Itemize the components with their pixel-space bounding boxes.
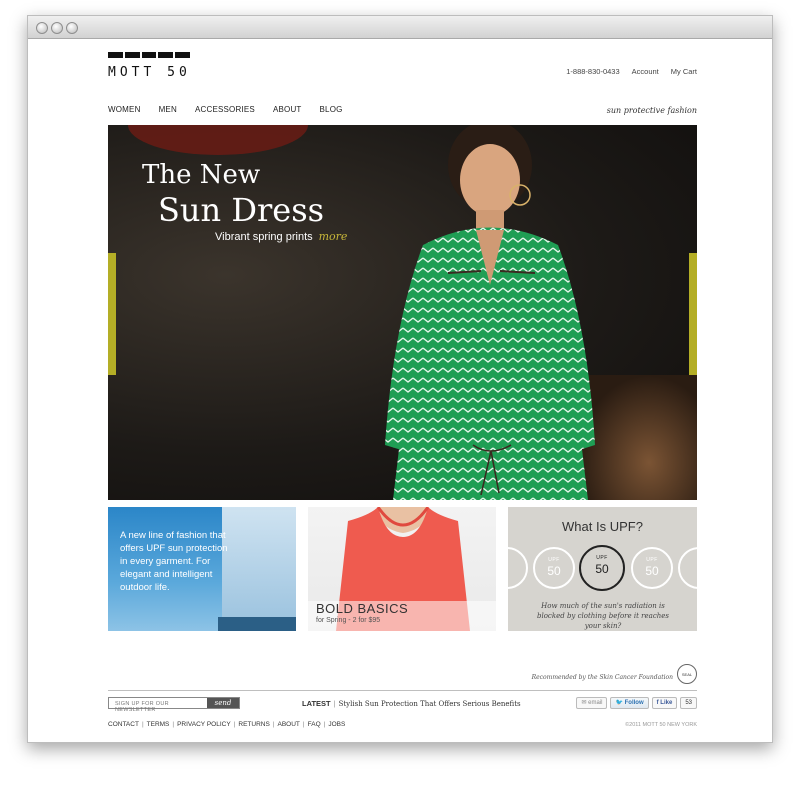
bold-basics-panel[interactable]: BOLD BASICS for Spring - 2 for $95 <box>308 507 496 631</box>
hero-more-link[interactable]: more <box>319 230 348 243</box>
sea-photo <box>218 617 296 631</box>
newsletter-send-button[interactable]: send <box>207 698 239 708</box>
minimize-window-button[interactable] <box>51 22 63 34</box>
upf-badge-selected-icon: UPF 50 <box>579 545 625 591</box>
main-nav: WOMEN MEN ACCESSORIES ABOUT BLOG <box>108 105 343 114</box>
utility-links: 1-888-830-0433 Account My Cart <box>566 67 697 76</box>
upf-badge-label: UPF <box>596 555 608 561</box>
upf-badge-icon: UPF 50 <box>533 547 575 589</box>
sky-photo <box>222 507 296 617</box>
upf-badge-label: UPF <box>646 557 658 563</box>
footer-separator: | <box>272 721 275 728</box>
upf-badge-partial-icon <box>678 547 697 589</box>
nav-item-blog[interactable]: BLOG <box>320 105 343 114</box>
nav-item-accessories[interactable]: ACCESSORIES <box>195 105 255 114</box>
zoom-window-button[interactable] <box>66 22 78 34</box>
email-share-label: email <box>588 700 603 706</box>
footer-link-terms[interactable]: TERMS <box>147 721 170 728</box>
footer-separator: | <box>323 721 326 728</box>
footer-link-about[interactable]: ABOUT <box>278 721 300 728</box>
nav-item-men[interactable]: MEN <box>159 105 177 114</box>
hero-subtitle: Vibrant spring prints more <box>215 230 347 243</box>
footer-link-contact[interactable]: CONTACT <box>108 721 139 728</box>
twitter-follow-label: Follow <box>624 700 644 706</box>
social-buttons: ✉ email 🐦 Follow f Like 53 <box>576 697 697 709</box>
tagline: sun protective fashion <box>606 106 697 115</box>
recommendation-text: Recommended by the Skin Cancer Foundatio… <box>531 674 673 681</box>
latest-separator: | <box>333 699 336 708</box>
browser-window: MOTT 50 1-888-830-0433 Account My Cart W… <box>27 15 773 743</box>
footer-link-faq[interactable]: FAQ <box>308 721 321 728</box>
skin-cancer-foundation-seal-icon: SEAL <box>677 664 697 684</box>
footer-separator: | <box>172 721 175 728</box>
footer-divider <box>108 690 697 691</box>
nav-item-about[interactable]: ABOUT <box>273 105 302 114</box>
close-window-button[interactable] <box>36 22 48 34</box>
latest-news: LATEST | Stylish Sun Protection That Offer… <box>302 699 521 708</box>
footer-separator: | <box>302 721 305 728</box>
upf-badge-label: UPF <box>548 557 560 563</box>
upf-intro-text: A new line of fashion that offers UPF su… <box>120 530 228 593</box>
latest-story-link[interactable]: Stylish Sun Protection That Offers Serio… <box>339 700 521 708</box>
footer-link-jobs[interactable]: JOBS <box>328 721 345 728</box>
what-is-upf-title: What Is UPF? <box>562 519 643 534</box>
account-link[interactable]: Account <box>632 67 659 76</box>
background-umbrella <box>128 125 308 155</box>
upf-badge-partial-icon <box>508 547 528 589</box>
footer-separator: | <box>233 721 236 728</box>
footer-links: CONTACT | TERMS | PRIVACY POLICY | RETURNS |… <box>108 721 345 728</box>
facebook-like-button[interactable]: f Like <box>651 697 678 709</box>
upf-badge-value: 50 <box>645 564 659 578</box>
title-bar <box>28 16 772 39</box>
email-share-button[interactable]: ✉ email <box>576 697 608 709</box>
next-slide-tab[interactable] <box>689 253 697 375</box>
footer-separator: | <box>141 721 144 728</box>
previous-slide-tab[interactable] <box>108 253 116 375</box>
upf-badge-icon: UPF 50 <box>631 547 673 589</box>
upf-badge-value: 50 <box>547 564 561 578</box>
nav-item-women[interactable]: WOMEN <box>108 105 141 114</box>
logo-bars-icon <box>108 52 190 58</box>
newsletter-input[interactable]: SIGN UP FOR OUR NEWSLETTER <box>109 698 207 713</box>
upf-caption: How much of the sun's radiation is block… <box>537 602 669 630</box>
phone-number: 1-888-830-0433 <box>566 67 620 76</box>
brand-logo[interactable]: MOTT 50 <box>108 65 191 80</box>
upf-badge-value: 50 <box>595 562 609 576</box>
hero-subtitle-text: Vibrant spring prints <box>215 231 313 243</box>
bold-basics-subtitle: for Spring - 2 for $95 <box>316 617 381 624</box>
like-count: 53 <box>680 697 697 709</box>
newsletter-form: SIGN UP FOR OUR NEWSLETTER send <box>108 697 240 713</box>
footer-link-privacy-policy[interactable]: PRIVACY POLICY <box>177 721 231 728</box>
twitter-follow-button[interactable]: 🐦 Follow <box>610 697 649 709</box>
hero-title-line1: The New <box>142 160 261 190</box>
model-photo <box>385 125 595 500</box>
copyright: ©2011 MOTT 50 NEW YORK <box>625 722 697 728</box>
twitter-bird-icon: 🐦 <box>615 700 625 706</box>
facebook-like-label: Like <box>660 700 673 706</box>
upf-intro-panel[interactable]: A new line of fashion that offers UPF su… <box>108 507 296 631</box>
footer-link-returns[interactable]: RETURNS <box>238 721 269 728</box>
latest-label: LATEST <box>302 699 331 708</box>
cart-link[interactable]: My Cart <box>671 67 697 76</box>
hero-title-line2: Sun Dress <box>158 191 325 229</box>
bold-basics-title: BOLD BASICS <box>316 601 409 616</box>
what-is-upf-panel[interactable]: What Is UPF? UPF 50 UPF 50 UPF 50 How mu… <box>508 507 697 631</box>
hero-banner[interactable]: The New Sun Dress Vibrant spring prints m… <box>108 125 697 500</box>
